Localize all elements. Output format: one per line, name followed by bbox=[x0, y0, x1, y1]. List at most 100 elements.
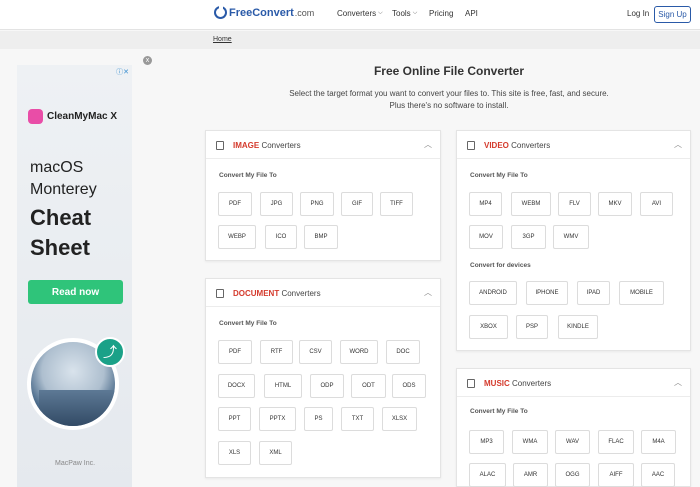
format-webm[interactable]: WEBM bbox=[511, 192, 551, 216]
ad-headline-2: Monterey bbox=[30, 181, 97, 198]
device-psp[interactable]: PSP bbox=[516, 315, 548, 339]
format-wma[interactable]: WMA bbox=[512, 430, 548, 454]
chevron-up-icon[interactable]: ︿ bbox=[424, 139, 432, 150]
format-ogg[interactable]: OGG bbox=[555, 463, 590, 487]
card-header[interactable]: IMAGE Converters ︿ bbox=[206, 131, 440, 159]
format-pdf[interactable]: PDF bbox=[218, 192, 252, 216]
device-xbox[interactable]: XBOX bbox=[469, 315, 508, 339]
nav-tools-label: Tools bbox=[392, 9, 411, 18]
card-header[interactable]: MUSIC Converters ︿ bbox=[457, 369, 690, 397]
ad-headline-3: Cheat bbox=[30, 205, 92, 230]
format-wav[interactable]: WAV bbox=[555, 430, 590, 454]
format-3gp[interactable]: 3GP bbox=[511, 225, 546, 249]
ad-choices-icon[interactable]: ⓘ✕ bbox=[116, 67, 129, 77]
format-docx[interactable]: DOCX bbox=[218, 374, 255, 398]
cleanmymac-logo-icon bbox=[28, 109, 43, 124]
format-tiff[interactable]: TIFF bbox=[380, 192, 413, 216]
format-ico[interactable]: ICO bbox=[265, 225, 297, 249]
ad-brand: CleanMyMac X bbox=[47, 111, 118, 122]
format-ps[interactable]: PS bbox=[304, 407, 333, 431]
document-converters-card: DOCUMENT Converters ︿ Convert My File To… bbox=[205, 278, 441, 478]
format-txt[interactable]: TXT bbox=[341, 407, 374, 431]
format-gif[interactable]: GIF bbox=[341, 192, 373, 216]
format-xls[interactable]: XLS bbox=[218, 441, 251, 465]
card-title: IMAGE Converters bbox=[233, 141, 301, 150]
format-aac[interactable]: AAC bbox=[641, 463, 675, 487]
nav-converters-label: Converters bbox=[337, 9, 377, 18]
chevron-down-icon: ⌵ bbox=[378, 10, 383, 16]
format-alac[interactable]: ALAC bbox=[469, 463, 506, 487]
music-converters-card: MUSIC Converters ︿ Convert My File To MP… bbox=[456, 368, 691, 487]
sidebar-ad[interactable]: ⓘ✕ CleanMyMac X macOS Monterey Cheat She… bbox=[17, 65, 132, 487]
format-html[interactable]: HTML bbox=[264, 374, 302, 398]
monterey-badge-icon: ⤴ bbox=[95, 337, 125, 367]
page-description: Select the target format you want to con… bbox=[289, 89, 609, 110]
ad-headline-1: macOS bbox=[30, 159, 84, 176]
nav-converters[interactable]: Converters ⌵ bbox=[337, 9, 383, 18]
format-word[interactable]: WORD bbox=[340, 340, 378, 364]
format-wmv[interactable]: WMV bbox=[553, 225, 589, 249]
ad-read-now-button[interactable]: Read now bbox=[28, 280, 123, 304]
format-m4a[interactable]: M4A bbox=[641, 430, 676, 454]
top-header: FreeConvert .com Converters ⌵ Tools ⌵ Pri… bbox=[0, 0, 700, 30]
format-csv[interactable]: CSV bbox=[299, 340, 332, 364]
login-link[interactable]: Log In bbox=[627, 9, 649, 18]
device-kindle[interactable]: KINDLE bbox=[558, 315, 598, 339]
signup-button[interactable]: Sign Up bbox=[654, 6, 691, 23]
breadcrumb-home[interactable]: Home bbox=[213, 36, 232, 43]
format-ppt[interactable]: PPT bbox=[218, 407, 251, 431]
format-xlsx[interactable]: XLSX bbox=[382, 407, 417, 431]
nav-pricing-label: Pricing bbox=[429, 9, 454, 18]
card-header[interactable]: VIDEO Converters ︿ bbox=[457, 131, 690, 159]
device-iphone[interactable]: IPHONE bbox=[526, 281, 568, 305]
nav-pricing[interactable]: Pricing bbox=[429, 9, 453, 18]
format-mkv[interactable]: MKV bbox=[598, 192, 632, 216]
chevron-up-icon[interactable]: ︿ bbox=[674, 139, 682, 150]
card-header[interactable]: DOCUMENT Converters ︿ bbox=[206, 279, 440, 307]
format-mp4[interactable]: MP4 bbox=[469, 192, 502, 216]
chevron-down-icon: ⌵ bbox=[412, 10, 418, 16]
format-odt[interactable]: ODT bbox=[351, 374, 386, 398]
format-avi[interactable]: AVI bbox=[640, 192, 673, 216]
page-title: Free Online File Converter bbox=[373, 64, 525, 78]
format-mov[interactable]: MOV bbox=[469, 225, 503, 249]
logo-tld: .com bbox=[294, 7, 315, 18]
card-subtitle: Convert My File To bbox=[219, 320, 277, 327]
format-pdf[interactable]: PDF bbox=[218, 340, 252, 364]
nav-api[interactable]: API bbox=[465, 9, 478, 18]
format-odp[interactable]: ODP bbox=[310, 374, 344, 398]
nav-api-label: API bbox=[465, 9, 478, 18]
format-mp3[interactable]: MP3 bbox=[469, 430, 504, 454]
device-ipad[interactable]: IPAD bbox=[577, 281, 610, 305]
format-bmp[interactable]: BMP bbox=[304, 225, 338, 249]
format-amr[interactable]: AMR bbox=[513, 463, 548, 487]
site-logo[interactable]: FreeConvert .com bbox=[214, 5, 315, 19]
format-pptx[interactable]: PPTX bbox=[259, 407, 296, 431]
format-rtf[interactable]: RTF bbox=[260, 340, 293, 364]
format-aiff[interactable]: AIFF bbox=[598, 463, 634, 487]
device-mobile[interactable]: MOBILE bbox=[619, 281, 664, 305]
format-flv[interactable]: FLV bbox=[558, 192, 591, 216]
format-ods[interactable]: ODS bbox=[392, 374, 426, 398]
breadcrumb-bar bbox=[0, 31, 700, 49]
chevron-up-icon[interactable]: ︿ bbox=[424, 287, 432, 298]
format-flac[interactable]: FLAC bbox=[598, 430, 634, 454]
card-title: MUSIC Converters bbox=[484, 379, 552, 388]
video-converters-card: VIDEO Converters ︿ Convert My File To MP… bbox=[456, 130, 691, 351]
device-android[interactable]: ANDROID bbox=[469, 281, 517, 305]
format-doc[interactable]: DOC bbox=[386, 340, 420, 364]
format-webp[interactable]: WEBP bbox=[218, 225, 256, 249]
ad-advertiser: MacPaw Inc. bbox=[55, 460, 96, 467]
card-subtitle-devices: Convert for devices bbox=[470, 262, 531, 269]
card-title: VIDEO Converters bbox=[484, 141, 551, 150]
format-jpg[interactable]: JPG bbox=[260, 192, 293, 216]
card-subtitle: Convert My File To bbox=[219, 172, 277, 179]
ad-close-icon[interactable]: x bbox=[143, 56, 152, 65]
format-xml[interactable]: XML bbox=[259, 441, 292, 465]
image-file-icon bbox=[216, 141, 224, 150]
format-png[interactable]: PNG bbox=[300, 192, 334, 216]
music-file-icon bbox=[467, 379, 475, 388]
chevron-up-icon[interactable]: ︿ bbox=[674, 377, 682, 388]
card-subtitle: Convert My File To bbox=[470, 408, 528, 415]
nav-tools[interactable]: Tools ⌵ bbox=[392, 9, 417, 18]
